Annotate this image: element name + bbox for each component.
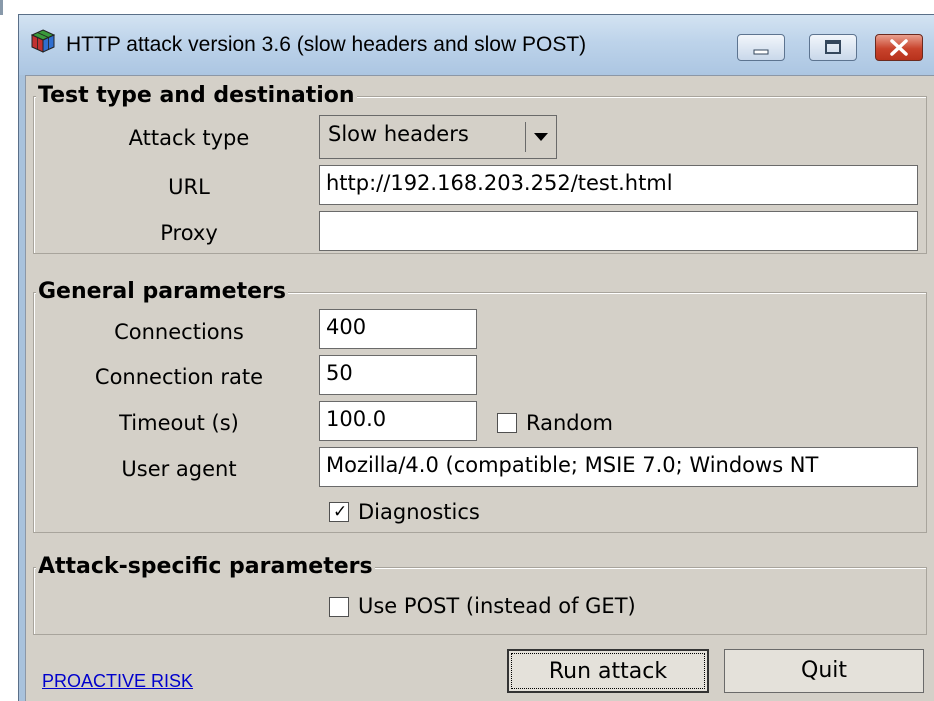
test-type-group: Test type and destination Attack type Sl… xyxy=(33,83,927,254)
minimize-icon xyxy=(753,49,769,55)
url-input[interactable]: http://192.168.203.252/test.html xyxy=(319,165,918,205)
user-agent-input[interactable]: Mozilla/4.0 (compatible; MSIE 7.0; Windo… xyxy=(319,447,918,487)
test-type-legend: Test type and destination xyxy=(36,83,357,109)
url-label: URL xyxy=(168,175,210,199)
use-post-checkbox[interactable] xyxy=(329,597,349,617)
close-button[interactable] xyxy=(875,34,923,61)
attack-specific-group: Attack-specific parameters Use POST (ins… xyxy=(33,554,927,635)
rubiks-cube-icon xyxy=(31,29,55,53)
dropdown-button[interactable] xyxy=(525,122,552,152)
title-bar[interactable]: HTTP attack version 3.6 (slow headers an… xyxy=(19,15,934,75)
timeout-input[interactable]: 100.0 xyxy=(319,401,477,441)
general-parameters-group: General parameters Connections 400 Conne… xyxy=(33,279,927,533)
proxy-label: Proxy xyxy=(160,221,218,245)
edge-mark xyxy=(0,0,3,15)
diagnostics-checkbox[interactable]: ✓ xyxy=(329,502,349,522)
dialog-body: Test type and destination Attack type Sl… xyxy=(25,75,934,701)
diagnostics-label[interactable]: Diagnostics xyxy=(358,499,480,525)
left-edge-strip xyxy=(0,0,10,700)
random-label[interactable]: Random xyxy=(526,410,613,436)
user-agent-label: User agent xyxy=(121,457,237,481)
connection-rate-label: Connection rate xyxy=(94,365,264,389)
maximize-icon xyxy=(825,40,841,54)
connection-rate-input[interactable]: 50 xyxy=(319,355,477,395)
general-parameters-legend: General parameters xyxy=(36,279,288,305)
timeout-label: Timeout (s) xyxy=(119,411,239,435)
app-window: HTTP attack version 3.6 (slow headers an… xyxy=(18,14,934,701)
run-attack-button[interactable]: Run attack xyxy=(507,649,709,693)
connections-label: Connections xyxy=(114,320,244,344)
checkmark-icon: ✓ xyxy=(333,502,348,522)
proactive-risk-link[interactable]: PROACTIVE RISK xyxy=(42,671,193,692)
use-post-label[interactable]: Use POST (instead of GET) xyxy=(358,593,636,619)
connections-input[interactable]: 400 xyxy=(319,309,477,349)
random-checkbox[interactable] xyxy=(497,413,517,433)
attack-type-select[interactable]: Slow headers xyxy=(319,115,557,159)
quit-button[interactable]: Quit xyxy=(724,649,924,693)
attack-specific-legend: Attack-specific parameters xyxy=(36,554,375,580)
chevron-down-icon xyxy=(534,133,548,141)
maximize-button[interactable] xyxy=(809,34,857,61)
close-icon xyxy=(890,39,908,56)
proxy-input[interactable] xyxy=(319,211,918,251)
minimize-button[interactable] xyxy=(737,34,785,61)
window-title: HTTP attack version 3.6 (slow headers an… xyxy=(66,33,587,56)
attack-type-label: Attack type xyxy=(128,126,250,150)
attack-type-value: Slow headers xyxy=(328,122,469,146)
